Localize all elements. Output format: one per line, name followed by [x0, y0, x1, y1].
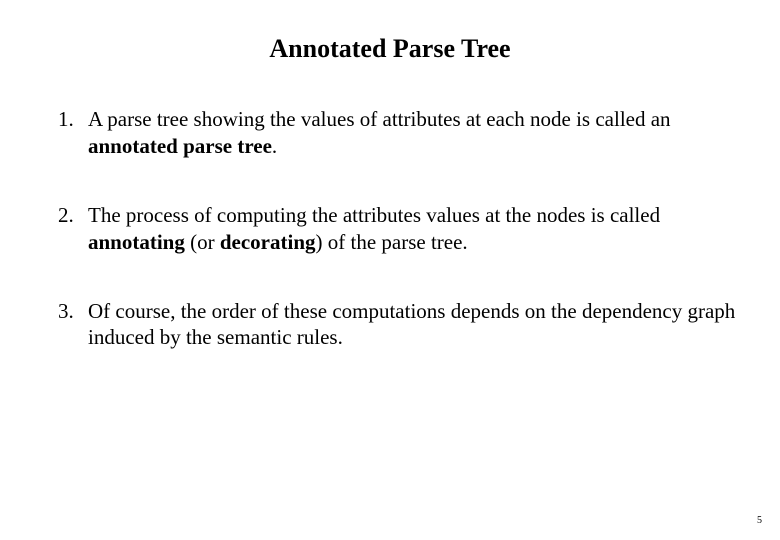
item-bold: annotating	[88, 230, 185, 254]
item-bold: annotated parse tree	[88, 134, 272, 158]
item-number: 1.	[58, 106, 74, 133]
item-bold: decorating	[220, 230, 316, 254]
page-title: Annotated Parse Tree	[36, 34, 744, 64]
item-text: ) of the parse tree.	[316, 230, 468, 254]
item-number: 3.	[58, 298, 74, 325]
item-text: (or	[185, 230, 220, 254]
item-text: .	[272, 134, 277, 158]
item-text: The process of computing the attributes …	[88, 203, 660, 227]
item-text: A parse tree showing the values of attri…	[88, 107, 671, 131]
page-number: 5	[757, 515, 762, 526]
list-item: 3. Of course, the order of these computa…	[58, 298, 744, 352]
item-text: Of course, the order of these computatio…	[88, 299, 735, 350]
numbered-list: 1. A parse tree showing the values of at…	[36, 106, 744, 351]
slide-page: Annotated Parse Tree 1. A parse tree sho…	[0, 0, 780, 540]
item-number: 2.	[58, 202, 74, 229]
list-item: 2. The process of computing the attribut…	[58, 202, 744, 256]
list-item: 1. A parse tree showing the values of at…	[58, 106, 744, 160]
